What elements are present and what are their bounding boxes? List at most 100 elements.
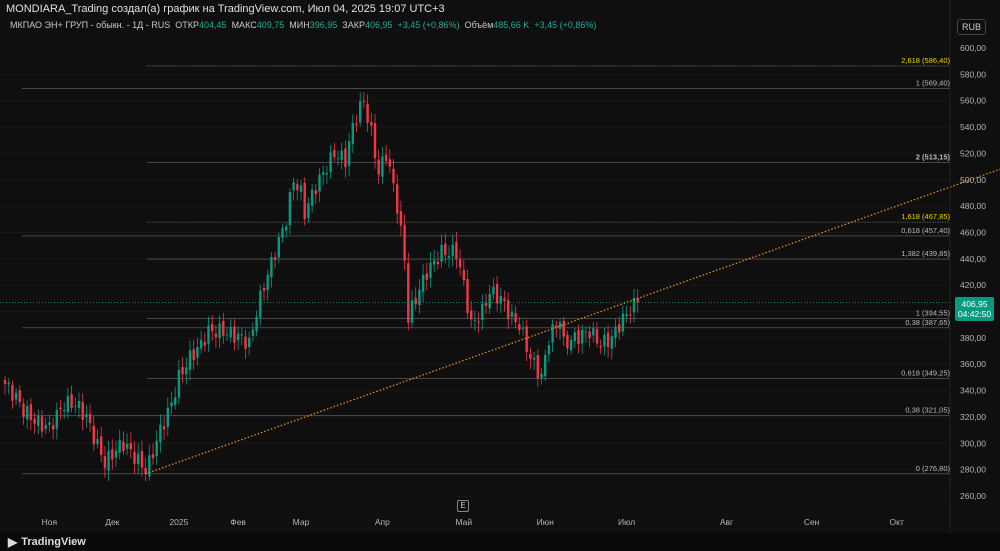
candle-body bbox=[74, 405, 77, 407]
high-label: МАКС bbox=[231, 20, 257, 30]
y-tick-label: 520,00 bbox=[960, 148, 986, 158]
candle-body bbox=[588, 331, 591, 339]
candle-body bbox=[599, 345, 602, 348]
candle-body bbox=[59, 407, 62, 410]
candle-body bbox=[473, 319, 477, 321]
candle-body bbox=[196, 347, 199, 358]
candle-body bbox=[584, 331, 588, 333]
earnings-marker[interactable]: E bbox=[457, 500, 469, 512]
candle-body bbox=[610, 336, 613, 349]
candle-body bbox=[603, 334, 606, 347]
candle-body bbox=[359, 101, 362, 123]
candle-body bbox=[347, 141, 351, 166]
candle-body bbox=[236, 333, 240, 341]
y-tick-label: 320,00 bbox=[960, 412, 986, 422]
candle-body bbox=[262, 288, 266, 291]
candle-body bbox=[451, 244, 454, 256]
candle-body bbox=[470, 310, 473, 320]
candle-body bbox=[614, 326, 617, 338]
x-tick-label: Окт bbox=[890, 517, 904, 527]
candle-body bbox=[103, 456, 107, 469]
candle-body bbox=[248, 337, 251, 348]
candle-body bbox=[606, 332, 610, 347]
fib-level-label: 0,38 (387,65) bbox=[905, 318, 950, 327]
fib-level-label: 2 (513,15) bbox=[916, 152, 951, 161]
price-chart[interactable]: 260,00 280,00 300,00 320,00 340,00 360,00 380,… bbox=[0, 0, 1000, 551]
candle-body bbox=[292, 182, 295, 191]
candle-body bbox=[532, 357, 536, 360]
volume-change: +3,45 (+0,86%) bbox=[534, 20, 597, 30]
candle-body bbox=[310, 189, 314, 206]
candle-body bbox=[429, 262, 432, 278]
candle-body bbox=[37, 415, 40, 427]
x-tick-label: Сен bbox=[804, 517, 820, 527]
tradingview-logo-icon: ▶ bbox=[8, 535, 18, 549]
candle-body bbox=[288, 192, 292, 226]
candle-body bbox=[492, 286, 495, 295]
candle-body bbox=[507, 300, 510, 320]
candle-body bbox=[336, 158, 340, 160]
candle-body bbox=[325, 173, 329, 175]
y-tick-label: 540,00 bbox=[960, 122, 986, 132]
candle-body bbox=[322, 172, 325, 175]
candle-body bbox=[66, 395, 70, 413]
candle-body bbox=[225, 334, 229, 336]
candle-body bbox=[188, 350, 192, 370]
symbol-name[interactable]: МКПАО ЭН+ ГРУП - обыкн. - 1Д - RUS bbox=[10, 20, 170, 30]
y-tick-label: 420,00 bbox=[960, 280, 986, 290]
candle-body bbox=[26, 406, 29, 420]
candle-body bbox=[266, 274, 269, 291]
candle-body bbox=[377, 159, 380, 175]
y-tick-label: 480,00 bbox=[960, 201, 986, 211]
candle-body bbox=[151, 454, 155, 459]
y-tick-label: 500,00 bbox=[960, 175, 986, 185]
x-tick-label: Июн bbox=[537, 517, 554, 527]
candle-body bbox=[240, 334, 243, 336]
trend-line bbox=[145, 168, 1000, 475]
candle-body bbox=[259, 290, 262, 318]
candle-body bbox=[273, 256, 277, 261]
candle-body bbox=[85, 414, 88, 418]
candle-body bbox=[388, 159, 391, 167]
candle-body bbox=[521, 327, 525, 329]
candle-body bbox=[70, 394, 73, 408]
currency-button[interactable]: RUB bbox=[956, 19, 986, 35]
candle-body bbox=[296, 184, 299, 191]
y-tick-label: 280,00 bbox=[960, 465, 986, 475]
candle-body bbox=[44, 424, 47, 429]
candle-body bbox=[484, 302, 488, 306]
candle-body bbox=[525, 326, 528, 352]
candle-body bbox=[410, 300, 414, 323]
candle-body bbox=[255, 316, 258, 332]
candle-body bbox=[414, 297, 417, 305]
candle-body bbox=[270, 256, 273, 278]
candle-body bbox=[148, 455, 151, 477]
candle-body bbox=[33, 418, 36, 424]
volume-label: Объём bbox=[464, 20, 494, 30]
candle-body bbox=[133, 452, 136, 464]
candle-body bbox=[629, 314, 632, 316]
fib-level-label: 0,38 (321,05) bbox=[905, 406, 950, 415]
candle-body bbox=[22, 403, 25, 418]
last-price-tag: 406,95 04:42:50 bbox=[955, 297, 995, 321]
candle-body bbox=[118, 440, 121, 453]
candle-body bbox=[229, 326, 232, 338]
x-tick-label: Фев bbox=[230, 517, 246, 527]
candle-body bbox=[503, 298, 506, 302]
y-tick-label: 440,00 bbox=[960, 254, 986, 264]
high-value: 409,75 bbox=[256, 20, 285, 30]
candle-body bbox=[551, 324, 554, 343]
candle-body bbox=[29, 404, 33, 420]
candle-body bbox=[63, 409, 66, 411]
candle-body bbox=[277, 237, 280, 258]
candle-body bbox=[488, 294, 491, 309]
y-tick-label: 340,00 bbox=[960, 386, 986, 396]
candle-body bbox=[595, 328, 599, 344]
candle-body bbox=[100, 436, 103, 456]
candle-body bbox=[140, 451, 144, 468]
candle-body bbox=[218, 323, 221, 339]
candle-body bbox=[447, 255, 451, 258]
candle-body bbox=[547, 345, 551, 355]
y-tick-label: 380,00 bbox=[960, 333, 986, 343]
candle-body bbox=[177, 369, 181, 398]
